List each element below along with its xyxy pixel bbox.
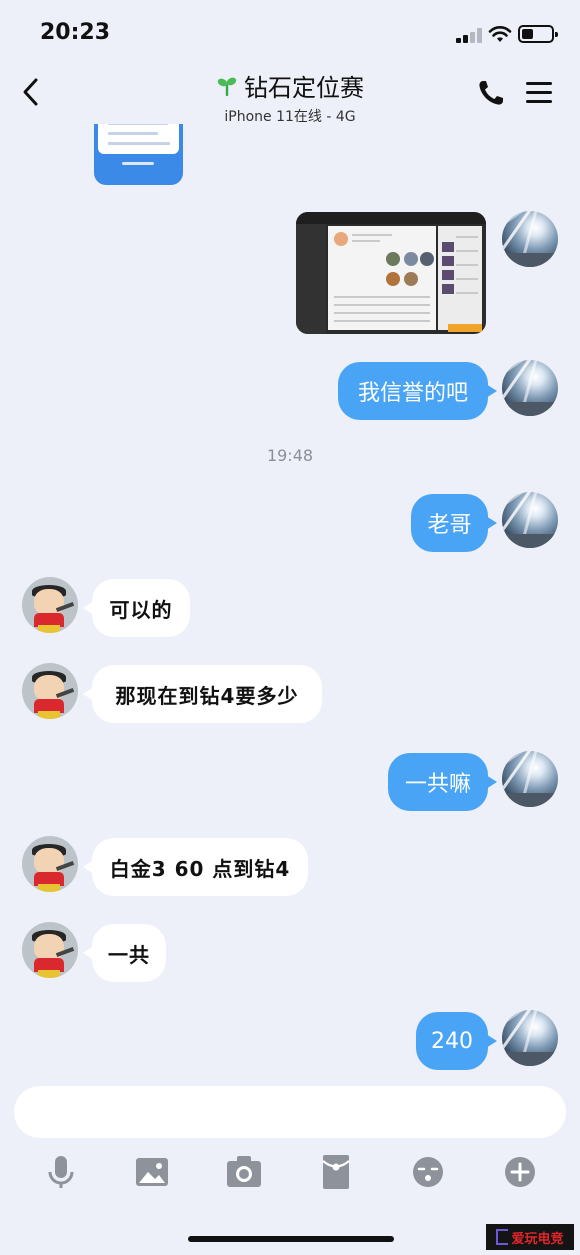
message-text: 一共嘛 [404,772,471,797]
status-time: 20:23 [40,20,111,45]
message-input[interactable] [14,1086,566,1138]
image-message[interactable] [296,212,486,334]
outgoing-message-bubble[interactable]: 老哥 [411,494,497,552]
online-status: iPhone 11在线 - 4G [224,109,356,125]
my-avatar[interactable] [502,360,558,416]
contact-avatar[interactable] [22,577,78,633]
chat-message-list[interactable]: 我信誉的吧 19:48 老哥 可以的 那现在到钻4要多少 一共嘛 白金3 60 … [0,124,580,1074]
menu-icon[interactable] [526,80,554,106]
status-bar: 20:23 [0,0,580,62]
incoming-message-bubble[interactable]: 可以的 [83,579,190,637]
my-avatar[interactable] [502,1010,558,1066]
message-text: 老哥 [427,513,472,538]
previous-image-message[interactable] [94,124,183,185]
cellular-signal-icon [456,28,484,43]
input-toolbar [0,1148,580,1196]
incoming-message-bubble[interactable]: 一共 [83,924,166,982]
watermark-logo-icon [496,1229,509,1245]
message-text: 可以的 [109,597,173,622]
home-indicator [188,1236,394,1242]
battery-icon [518,25,558,43]
image-icon[interactable] [128,1148,176,1196]
message-timestamp: 19:48 [266,446,314,465]
message-text: 那现在到钻4要多少 [115,683,299,708]
message-text: 240 [431,1028,473,1054]
my-avatar[interactable] [502,492,558,548]
incoming-message-bubble[interactable]: 那现在到钻4要多少 [83,665,322,723]
outgoing-message-bubble[interactable]: 240 [416,1012,497,1070]
chat-header: 钻石定位赛 iPhone 11在线 - 4G [0,62,580,125]
outgoing-message-bubble[interactable]: 我信誉的吧 [338,362,497,420]
contact-avatar[interactable] [22,922,78,978]
contact-avatar[interactable] [22,663,78,719]
contact-avatar[interactable] [22,836,78,892]
watermark-brand: 爱玩电竞 [511,1231,564,1247]
microphone-icon[interactable] [37,1148,85,1196]
message-text: 一共 [108,942,150,967]
sprout-icon [217,77,237,96]
phone-call-icon[interactable] [476,78,506,108]
red-packet-icon[interactable] [312,1148,360,1196]
watermark-logo: 爱玩电竞 [486,1224,574,1250]
outgoing-message-bubble[interactable]: 一共嘛 [388,753,497,811]
incoming-message-bubble[interactable]: 白金3 60 点到钻4 [83,838,308,896]
emoji-icon[interactable] [404,1148,452,1196]
chat-title: 钻石定位赛 [244,74,364,102]
wifi-icon [488,26,512,42]
message-text: 我信誉的吧 [357,381,468,406]
my-avatar[interactable] [502,751,558,807]
plus-icon[interactable] [496,1148,544,1196]
message-text: 白金3 60 点到钻4 [109,856,291,881]
camera-icon[interactable] [220,1148,268,1196]
my-avatar[interactable] [502,211,558,267]
